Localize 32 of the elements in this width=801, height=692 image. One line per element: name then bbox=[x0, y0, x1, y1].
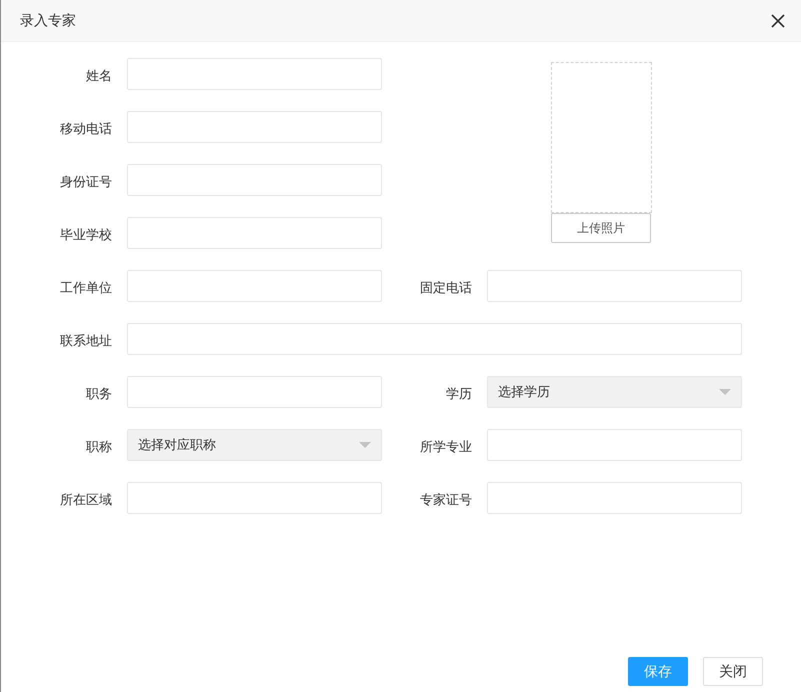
field-label: 所学专业 bbox=[420, 439, 472, 456]
dropdown-caret-icon bbox=[719, 389, 731, 395]
field-label: 学历 bbox=[446, 386, 472, 403]
text-field[interactable] bbox=[127, 376, 382, 408]
text-field[interactable] bbox=[127, 270, 382, 302]
field-label: 职称 bbox=[86, 439, 112, 456]
field-label: 工作单位 bbox=[60, 280, 112, 297]
close-icon[interactable] bbox=[771, 14, 785, 28]
field-label: 所在区域 bbox=[60, 492, 112, 509]
dropdown-caret-icon bbox=[359, 442, 371, 448]
select-field[interactable]: 选择学历 bbox=[487, 376, 742, 408]
dialog-title: 录入专家 bbox=[20, 12, 76, 30]
text-field[interactable] bbox=[487, 429, 742, 461]
select-field[interactable]: 选择对应职称 bbox=[127, 429, 382, 461]
field-label: 专家证号 bbox=[420, 492, 472, 509]
field-label: 移动电话 bbox=[60, 121, 112, 138]
field-label: 姓名 bbox=[86, 68, 112, 85]
text-field[interactable] bbox=[127, 58, 382, 90]
text-field[interactable] bbox=[487, 482, 742, 514]
text-field[interactable] bbox=[127, 482, 382, 514]
text-field[interactable] bbox=[487, 270, 742, 302]
text-field[interactable] bbox=[127, 323, 742, 355]
field-label: 毕业学校 bbox=[60, 227, 112, 244]
text-field[interactable] bbox=[127, 164, 382, 196]
upload-photo-button[interactable]: 上传照片 bbox=[551, 213, 651, 243]
text-field[interactable] bbox=[127, 217, 382, 249]
field-label: 联系地址 bbox=[60, 333, 112, 350]
close-button[interactable]: 关闭 bbox=[703, 657, 763, 686]
field-label: 身份证号 bbox=[60, 174, 112, 191]
field-label: 固定电话 bbox=[420, 280, 472, 297]
text-field[interactable] bbox=[127, 111, 382, 143]
field-label: 职务 bbox=[86, 386, 112, 403]
